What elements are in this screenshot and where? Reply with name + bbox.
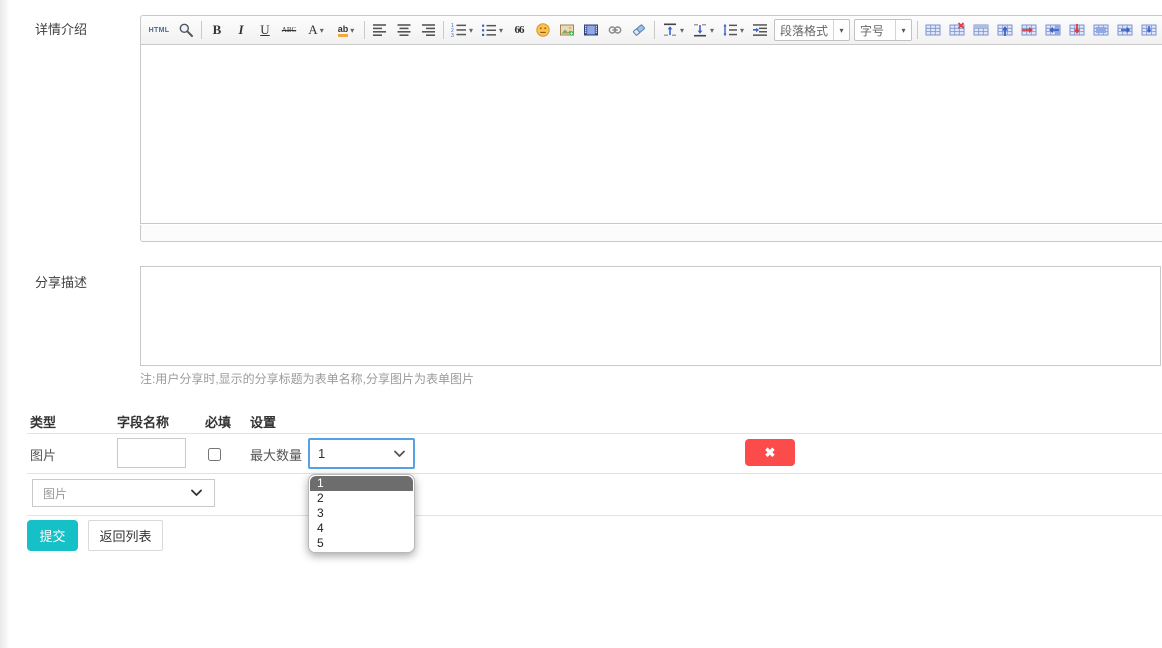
svg-text:3: 3 <box>451 33 454 38</box>
link-icon[interactable] <box>604 18 626 42</box>
preview-icon[interactable] <box>175 18 197 42</box>
delete-x-icon: ✖ <box>765 445 776 461</box>
share-desc-label: 分享描述 <box>35 272 87 291</box>
dropdown-option-5[interactable]: 5 <box>310 536 413 551</box>
toolbar-separator <box>654 21 655 39</box>
indent-icon[interactable] <box>749 18 771 42</box>
dropdown-option-1[interactable]: 1 <box>310 476 413 491</box>
add-field-type-value: 图片 <box>43 485 67 502</box>
delete-row-button[interactable]: ✖ <box>745 439 795 466</box>
max-count-select-value: 1 <box>318 446 325 461</box>
remove-format-icon[interactable] <box>628 18 650 42</box>
font-size-select-value: 字号 <box>860 22 884 39</box>
align-right-icon[interactable] <box>417 18 439 42</box>
unordered-list-icon[interactable]: ▾ <box>478 18 506 42</box>
insert-row-above-icon[interactable] <box>994 18 1016 42</box>
left-edge-shadow <box>0 0 10 648</box>
max-count-dropdown-popup: 12345 <box>308 474 415 553</box>
required-checkbox[interactable] <box>208 448 221 461</box>
dropdown-option-3[interactable]: 3 <box>310 506 413 521</box>
emoticon-icon[interactable] <box>532 18 554 42</box>
dropdown-option-4[interactable]: 4 <box>310 521 413 536</box>
col-header-field-name: 字段名称 <box>117 412 169 431</box>
col-header-required: 必填 <box>205 412 231 431</box>
delete-row-icon[interactable] <box>1018 18 1040 42</box>
margin-bottom-icon[interactable]: ▾ <box>689 18 717 42</box>
col-header-type: 类型 <box>30 412 56 431</box>
delete-table-icon[interactable] <box>946 18 968 42</box>
share-note: 注:用户分享时,显示的分享标题为表单名称,分享图片为表单图片 <box>140 370 474 387</box>
toolbar-separator <box>364 21 365 39</box>
align-center-icon[interactable] <box>393 18 415 42</box>
chevron-down-icon <box>191 490 202 497</box>
bold-icon[interactable]: B <box>206 18 228 42</box>
back-to-list-button[interactable]: 返回列表 <box>88 520 163 551</box>
insert-col-left-icon[interactable] <box>1042 18 1064 42</box>
editor-resize-bar[interactable] <box>140 225 1162 242</box>
insert-table-icon[interactable] <box>922 18 944 42</box>
editor-toolbar: HTMLBIUABCA▾ab▾123▾▾66▾▾▾段落格式▾字号▾ <box>140 15 1162 45</box>
media-icon[interactable] <box>580 18 602 42</box>
share-description-textarea[interactable] <box>140 266 1161 366</box>
header-divider <box>27 433 1162 434</box>
image-icon[interactable] <box>556 18 578 42</box>
merge-cell-down-icon[interactable] <box>1138 18 1160 42</box>
chevron-down-icon <box>394 450 405 457</box>
chevron-down-icon: ▾ <box>833 20 849 40</box>
italic-icon[interactable]: I <box>230 18 252 42</box>
detail-intro-label: 详情介绍 <box>35 19 87 38</box>
row-divider <box>27 473 1162 474</box>
table-props-icon[interactable] <box>970 18 992 42</box>
max-count-label: 最大数量 <box>250 445 302 464</box>
delete-col-icon[interactable] <box>1066 18 1088 42</box>
cell-props-icon[interactable] <box>1090 18 1112 42</box>
add-field-type-select[interactable]: 图片 <box>32 479 215 507</box>
row-type-label: 图片 <box>30 445 56 464</box>
font-color-icon[interactable]: A▾ <box>302 18 330 42</box>
dropdown-option-2[interactable]: 2 <box>310 491 413 506</box>
toolbar-separator <box>443 21 444 39</box>
editor-content[interactable] <box>140 45 1162 224</box>
chevron-down-icon: ▾ <box>895 20 911 40</box>
bottom-divider <box>27 515 1162 516</box>
align-left-icon[interactable] <box>369 18 391 42</box>
margin-top-icon[interactable]: ▾ <box>659 18 687 42</box>
blockquote-icon[interactable]: 66 <box>508 18 530 42</box>
strikethrough-icon[interactable]: ABC <box>278 18 300 42</box>
merge-cell-right-icon[interactable] <box>1114 18 1136 42</box>
highlight-icon[interactable]: ab▾ <box>332 18 360 42</box>
line-height-icon[interactable]: ▾ <box>719 18 747 42</box>
font-size-select[interactable]: 字号 ▾ <box>854 19 912 41</box>
underline-icon[interactable]: U <box>254 18 276 42</box>
submit-button[interactable]: 提交 <box>27 520 78 551</box>
rich-text-editor: HTMLBIUABCA▾ab▾123▾▾66▾▾▾段落格式▾字号▾ <box>140 15 1162 242</box>
form-editor-page: 详情介绍 HTMLBIUABCA▾ab▾123▾▾66▾▾▾段落格式▾字号▾ 分… <box>0 0 1162 648</box>
toolbar-separator <box>917 21 918 39</box>
col-header-settings: 设置 <box>250 412 276 431</box>
paragraph-select[interactable]: 段落格式 ▾ <box>774 19 850 41</box>
html-source-icon[interactable]: HTML <box>145 18 173 42</box>
paragraph-select-value: 段落格式 <box>780 22 828 39</box>
max-count-select[interactable]: 1 <box>308 438 415 469</box>
ordered-list-icon[interactable]: 123▾ <box>448 18 476 42</box>
toolbar-separator <box>201 21 202 39</box>
field-name-input[interactable] <box>117 438 186 468</box>
